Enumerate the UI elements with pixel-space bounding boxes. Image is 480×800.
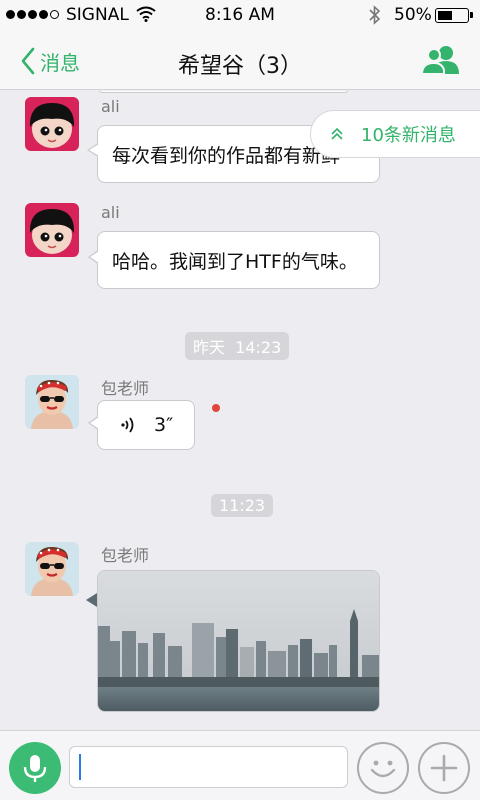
voice-message-bubble[interactable]: 3″ [88,400,195,450]
previous-message-bubble [97,91,350,93]
avatar-bao-laoshi[interactable] [25,542,79,596]
double-chevron-up-icon [331,127,343,140]
retro-woman-avatar-icon [25,542,79,596]
cartoon-girl-avatar-icon [25,97,79,151]
message-bubble[interactable]: 哈哈。我闻到了HTF的气味。 [88,231,380,289]
plus-icon [430,754,458,782]
voice-duration: 3″ [154,414,174,436]
smiley-icon [370,760,396,778]
battery-icon [435,8,469,23]
navigation-bar: 消息 希望谷（3） [0,30,480,90]
image-message[interactable] [97,570,380,712]
voice-input-button[interactable] [9,742,61,794]
image-bubble-tail [86,593,97,607]
new-messages-button[interactable]: 10条新消息 [310,110,480,158]
chat-title: 希望谷（3） [178,54,302,79]
avatar-ali[interactable] [25,203,79,257]
status-bar: SIGNAL 8:16 AM 50% [0,0,480,30]
timestamp: 11:23 [211,494,274,517]
retro-woman-avatar-icon [25,375,79,429]
message-text: 每次看到你的作品都有新鲜 [112,144,341,167]
cartoon-girl-avatar-icon [25,203,79,257]
city-skyline-photo [98,571,379,711]
voice-wave-icon [121,417,134,433]
unread-indicator [212,404,220,412]
text-cursor [79,754,81,780]
emoji-button[interactable] [357,742,409,794]
chat-area[interactable]: ali 每次看到你的作品都有新鲜 10条新消息 ali 哈哈。我闻到了HTF的气… [0,91,480,730]
timestamp: 昨天 14:23 [185,332,290,360]
input-bar [0,730,480,800]
message-input[interactable] [69,746,348,788]
members-button[interactable] [420,44,462,76]
microphone-icon [23,755,47,782]
sender-name: ali [101,97,120,116]
group-icon [420,46,459,75]
avatar-ali[interactable] [25,97,79,151]
message-text: 哈哈。我闻到了HTF的气味。 [112,250,358,273]
new-messages-label: 10条新消息 [361,125,456,146]
avatar-bao-laoshi[interactable] [25,375,79,429]
sender-name: ali [101,203,120,222]
battery-percentage: 50% [394,5,432,25]
more-options-button[interactable] [418,742,470,794]
bluetooth-icon [369,5,381,25]
bubble-tail-fill [89,144,99,156]
sender-name: 包老师 [101,379,150,398]
sender-name: 包老师 [101,546,150,565]
